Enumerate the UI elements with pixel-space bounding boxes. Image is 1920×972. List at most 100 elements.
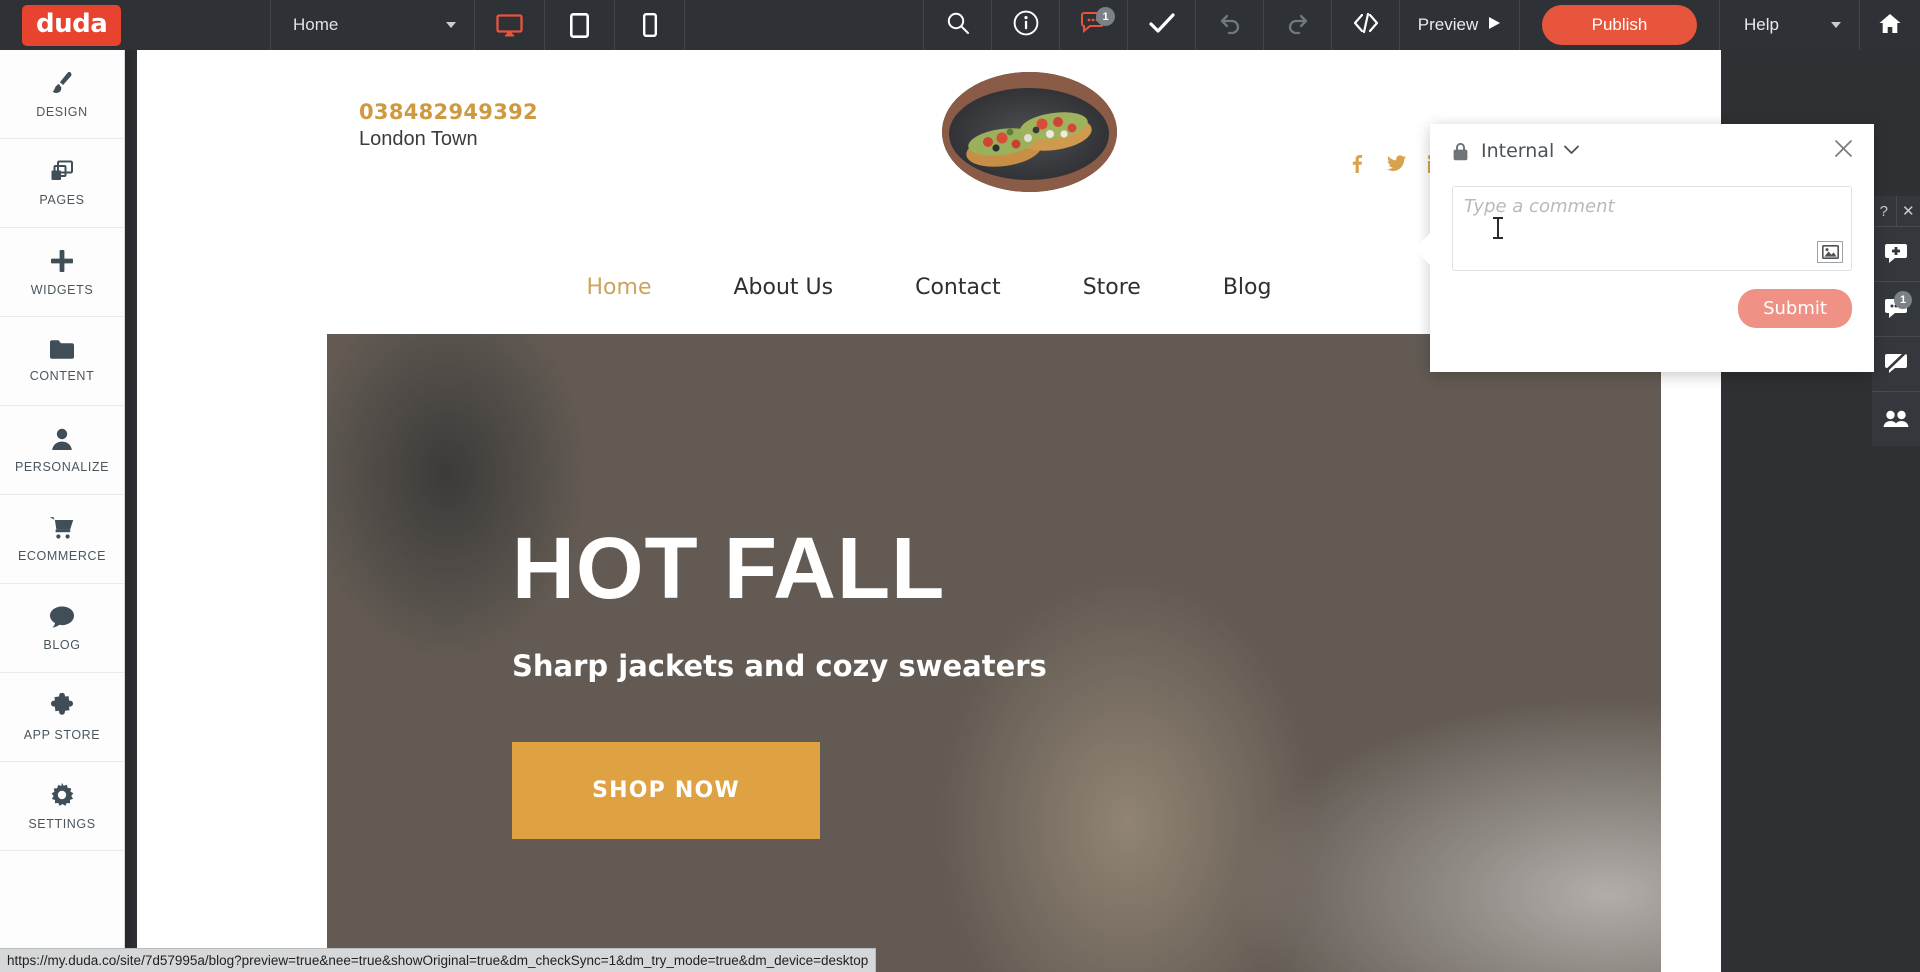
- sidebar-item-settings[interactable]: SETTINGS: [0, 762, 124, 851]
- undo-button[interactable]: [1196, 0, 1264, 50]
- site-logo-image[interactable]: [942, 72, 1117, 192]
- right-rail-header: ? ✕: [1872, 196, 1920, 226]
- chevron-down-icon: [446, 22, 456, 28]
- comments-button[interactable]: 1: [1060, 0, 1128, 50]
- site-phone: 038482949392: [359, 100, 538, 124]
- sidebar-item-content[interactable]: CONTENT: [0, 317, 124, 406]
- rail-add-comment-button[interactable]: [1872, 226, 1920, 281]
- close-icon[interactable]: [1835, 140, 1852, 162]
- sidebar-label: DESIGN: [36, 104, 88, 119]
- comment-input[interactable]: Type a comment: [1452, 186, 1852, 271]
- info-button[interactable]: [992, 0, 1060, 50]
- comment-popup-header: Internal: [1430, 124, 1874, 178]
- play-icon: [1488, 15, 1501, 35]
- redo-icon: [1285, 11, 1311, 40]
- chevron-down-icon: [1831, 22, 1841, 28]
- text-cursor-icon: [1493, 217, 1503, 239]
- sidebar-item-personalize[interactable]: PERSONALIZE: [0, 406, 124, 495]
- sidebar-label: WIDGETS: [30, 282, 94, 297]
- comments-badge: 1: [1096, 7, 1115, 26]
- page-selector-dropdown[interactable]: Home: [270, 0, 475, 50]
- comment-popup: Internal Type a comment Submit: [1415, 124, 1874, 372]
- submit-button[interactable]: Submit: [1738, 289, 1852, 328]
- brush-icon: [49, 70, 75, 96]
- add-comment-icon: [1884, 243, 1908, 265]
- nav-item-contact[interactable]: Contact: [915, 275, 1001, 300]
- nav-item-blog[interactable]: Blog: [1223, 275, 1272, 300]
- undo-icon: [1217, 11, 1243, 40]
- sidebar-item-app-store[interactable]: APP STORE: [0, 673, 124, 762]
- device-tablet-button[interactable]: [545, 0, 615, 50]
- check-icon: [1148, 11, 1176, 40]
- puzzle-icon: [49, 692, 75, 719]
- code-icon: [1353, 12, 1379, 39]
- redo-button[interactable]: [1264, 0, 1332, 50]
- shop-now-button[interactable]: SHOP NOW: [512, 742, 820, 839]
- sidebar-label: SETTINGS: [28, 816, 96, 831]
- approve-button[interactable]: [1128, 0, 1196, 50]
- site-town: London Town: [359, 128, 478, 150]
- nav-item-home[interactable]: Home: [587, 275, 652, 300]
- top-toolbar: duda Home 1 Preview Publish Help: [0, 0, 1920, 50]
- comment-popup-footer: Submit: [1430, 271, 1874, 328]
- preview-button[interactable]: Preview: [1400, 0, 1520, 50]
- sidebar-label: CONTENT: [29, 369, 95, 383]
- twitter-icon[interactable]: [1387, 155, 1406, 173]
- help-dropdown[interactable]: Help: [1720, 0, 1860, 50]
- left-sidebar: DESIGN PAGES WIDGETS CONTENT PERSONALIZE…: [0, 50, 125, 972]
- rail-comments-button[interactable]: 1: [1872, 281, 1920, 336]
- attach-image-button[interactable]: [1817, 241, 1843, 263]
- nav-item-about-us[interactable]: About Us: [733, 275, 833, 300]
- preview-label: Preview: [1417, 15, 1479, 34]
- sidebar-label: PERSONALIZE: [14, 459, 110, 474]
- publish-button[interactable]: Publish: [1542, 5, 1697, 45]
- speech-bubble-icon: [49, 605, 75, 629]
- rail-comments-badge: 1: [1894, 291, 1912, 309]
- cart-icon: [49, 516, 75, 540]
- sidebar-item-widgets[interactable]: WIDGETS: [0, 228, 124, 317]
- info-icon: [1013, 10, 1039, 41]
- home-button[interactable]: [1860, 0, 1920, 50]
- comment-scope-label[interactable]: Internal: [1481, 140, 1554, 162]
- home-icon: [1878, 12, 1902, 39]
- code-button[interactable]: [1332, 0, 1400, 50]
- sidebar-label: PAGES: [39, 192, 85, 207]
- hero-subtitle: Sharp jackets and cozy sweaters: [512, 649, 1047, 683]
- device-desktop-button[interactable]: [475, 0, 545, 50]
- duda-logo-text: duda: [22, 4, 122, 46]
- sidebar-label: APP STORE: [23, 727, 101, 742]
- page-selector-value: Home: [293, 15, 339, 34]
- sidebar-item-pages[interactable]: PAGES: [0, 139, 124, 228]
- search-icon: [946, 11, 970, 40]
- chevron-down-icon[interactable]: [1564, 142, 1580, 160]
- collaborators-icon: [1883, 410, 1909, 428]
- bruschetta-logo-image: [942, 72, 1117, 192]
- gear-icon: [49, 782, 75, 808]
- mobile-icon: [642, 13, 657, 37]
- sidebar-shadow: [125, 50, 137, 972]
- sidebar-label: ECOMMERCE: [17, 548, 107, 563]
- rail-close-button[interactable]: ✕: [1897, 196, 1920, 226]
- facebook-icon[interactable]: [1348, 155, 1365, 173]
- desktop-icon: [496, 13, 523, 37]
- hero-title: HOT FALL: [512, 520, 946, 617]
- sidebar-item-design[interactable]: DESIGN: [0, 50, 124, 139]
- status-bar-url: https://my.duda.co/site/7d57995a/blog?pr…: [0, 948, 877, 972]
- rail-hide-comments-button[interactable]: [1872, 336, 1920, 391]
- duda-logo[interactable]: duda: [0, 0, 270, 50]
- rail-help-button[interactable]: ?: [1872, 196, 1897, 226]
- nav-item-store[interactable]: Store: [1083, 275, 1141, 300]
- hero-section: HOT FALL Sharp jackets and cozy sweaters…: [327, 334, 1661, 972]
- publish-cell: Publish: [1520, 0, 1720, 50]
- sidebar-item-blog[interactable]: BLOG: [0, 584, 124, 673]
- comment-placeholder: Type a comment: [1464, 196, 1615, 217]
- sidebar-label: BLOG: [43, 637, 81, 652]
- lock-icon: [1452, 142, 1469, 161]
- search-button[interactable]: [924, 0, 992, 50]
- folder-icon: [49, 339, 75, 360]
- rail-collaborators-button[interactable]: [1872, 391, 1920, 446]
- image-icon: [1821, 245, 1839, 259]
- toolbar-spacer: [685, 0, 924, 50]
- device-mobile-button[interactable]: [615, 0, 685, 50]
- sidebar-item-ecommerce[interactable]: ECOMMERCE: [0, 495, 124, 584]
